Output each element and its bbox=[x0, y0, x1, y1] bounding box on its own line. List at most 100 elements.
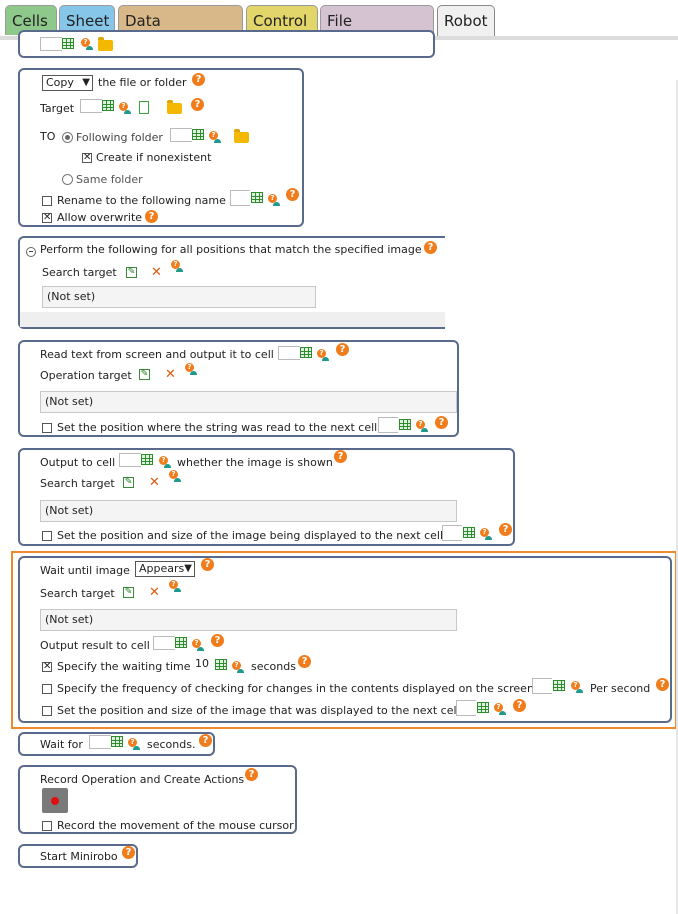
folder-cell-ref[interactable] bbox=[170, 128, 206, 144]
output-result-cell-ref[interactable] bbox=[153, 636, 189, 652]
help-icon[interactable]: ? bbox=[336, 343, 349, 356]
record-mouse-label: Record the movement of the mouse cursor bbox=[57, 819, 294, 832]
allow-overwrite-label: Allow overwrite bbox=[57, 211, 143, 224]
help-icon[interactable]: ? bbox=[424, 241, 437, 254]
clear-icon[interactable]: ✕ bbox=[149, 476, 160, 489]
output-cell-ref[interactable] bbox=[119, 453, 155, 469]
output-cell-ref[interactable] bbox=[278, 346, 314, 362]
file-icon[interactable] bbox=[139, 101, 149, 114]
edit-icon[interactable]: ✎ bbox=[123, 477, 134, 488]
user-help-icon[interactable]: ? bbox=[168, 470, 181, 483]
tab-robot[interactable]: Robot bbox=[437, 5, 495, 38]
rename-cell-ref[interactable] bbox=[230, 190, 264, 206]
help-icon[interactable]: ? bbox=[199, 734, 212, 747]
rename-checkbox[interactable] bbox=[42, 196, 52, 206]
folder-icon[interactable] bbox=[234, 129, 249, 143]
next-cell-ref[interactable] bbox=[378, 417, 414, 433]
waiting-time-input[interactable]: 10 bbox=[193, 658, 229, 674]
help-icon[interactable]: ? bbox=[245, 768, 258, 781]
folder-icon[interactable] bbox=[98, 37, 113, 51]
user-help-icon[interactable]: ? bbox=[158, 456, 171, 469]
target-label: Target bbox=[40, 102, 75, 115]
search-target-field[interactable]: (Not set) bbox=[40, 609, 457, 631]
edit-icon[interactable]: ✎ bbox=[139, 369, 150, 380]
target-cell-ref[interactable] bbox=[80, 99, 116, 115]
help-icon[interactable]: ? bbox=[298, 655, 311, 668]
collapse-icon[interactable] bbox=[26, 247, 36, 257]
help-icon[interactable]: ? bbox=[513, 699, 526, 712]
same-folder-radio[interactable] bbox=[62, 174, 73, 185]
help-icon[interactable]: ? bbox=[499, 523, 512, 536]
help-icon[interactable]: ? bbox=[122, 846, 135, 859]
search-target-field[interactable]: (Not set) bbox=[42, 286, 316, 308]
user-help-icon[interactable]: ? bbox=[118, 102, 131, 115]
user-help-icon[interactable]: ? bbox=[170, 260, 183, 273]
copy-mode-select[interactable]: Copy ▼ bbox=[42, 75, 93, 91]
user-help-icon[interactable]: ? bbox=[208, 131, 221, 144]
user-help-icon[interactable]: ? bbox=[231, 661, 244, 674]
image-shown-box: Output to cell ? whether the image is sh… bbox=[18, 448, 515, 546]
user-help-icon[interactable]: ? bbox=[168, 580, 181, 593]
start-minirobo-box[interactable]: Start Minirobo ? bbox=[18, 844, 138, 868]
next-cell-ref[interactable] bbox=[456, 700, 492, 716]
user-help-icon[interactable]: ? bbox=[570, 681, 583, 694]
loop-body bbox=[20, 312, 445, 327]
specify-frequency-label: Specify the frequency of checking for ch… bbox=[57, 682, 534, 695]
specify-waiting-checkbox[interactable]: ✕ bbox=[42, 662, 52, 672]
help-icon[interactable]: ? bbox=[145, 210, 158, 223]
user-help-icon[interactable]: ? bbox=[184, 363, 197, 376]
set-position-checkbox[interactable] bbox=[42, 531, 52, 541]
action-list: ? Copy ▼ the file or folder ? Target ? ? … bbox=[0, 30, 678, 914]
help-icon[interactable]: ? bbox=[435, 416, 448, 429]
set-position-checkbox[interactable] bbox=[42, 423, 52, 433]
search-target-field[interactable]: (Not set) bbox=[40, 500, 457, 522]
to-label: TO bbox=[40, 130, 56, 143]
next-cell-ref[interactable] bbox=[442, 525, 478, 541]
user-help-icon[interactable]: ? bbox=[127, 738, 140, 751]
record-button[interactable] bbox=[42, 788, 68, 813]
read-text-box: Read text from screen and output it to c… bbox=[18, 340, 459, 437]
user-help-icon[interactable]: ? bbox=[191, 639, 204, 652]
help-icon[interactable]: ? bbox=[656, 678, 669, 691]
help-icon[interactable]: ? bbox=[192, 73, 205, 86]
frequency-cell-ref[interactable] bbox=[532, 678, 568, 694]
help-icon[interactable]: ? bbox=[334, 450, 347, 463]
wait-image-box[interactable]: Wait until image Appears ▼ ? Search targe… bbox=[18, 556, 672, 723]
record-mouse-checkbox[interactable] bbox=[42, 821, 52, 831]
wait-seconds-cell-ref[interactable] bbox=[89, 735, 125, 751]
allow-overwrite-checkbox[interactable]: ✕ bbox=[42, 213, 52, 223]
following-folder-radio[interactable] bbox=[62, 132, 73, 143]
search-target-label: Search target bbox=[40, 587, 115, 600]
edit-icon[interactable]: ✎ bbox=[126, 267, 137, 278]
set-position-checkbox[interactable] bbox=[42, 706, 52, 716]
folder-icon[interactable] bbox=[167, 100, 182, 114]
copy-file-box: Copy ▼ the file or folder ? Target ? ? TO… bbox=[18, 68, 304, 227]
set-position-label: Set the position where the string was re… bbox=[57, 421, 378, 434]
help-icon[interactable]: ? bbox=[191, 98, 204, 111]
help-icon[interactable]: ? bbox=[286, 188, 299, 201]
clear-icon[interactable]: ✕ bbox=[149, 586, 160, 599]
user-help-icon[interactable]: ? bbox=[80, 38, 93, 51]
clear-icon[interactable]: ✕ bbox=[165, 368, 176, 381]
cell-ref[interactable] bbox=[40, 37, 80, 53]
user-help-icon[interactable]: ? bbox=[267, 194, 280, 207]
wait-mode-select[interactable]: Appears ▼ bbox=[135, 561, 195, 577]
help-icon[interactable]: ? bbox=[211, 634, 224, 647]
user-help-icon[interactable]: ? bbox=[316, 349, 329, 362]
following-folder-label: Following folder bbox=[76, 131, 163, 144]
create-if-nonexistent-checkbox[interactable]: ✕ bbox=[82, 153, 92, 163]
previous-action-box: ? bbox=[18, 30, 435, 58]
read-text-title: Read text from screen and output it to c… bbox=[40, 348, 274, 361]
user-help-icon[interactable]: ? bbox=[479, 528, 492, 541]
user-help-icon[interactable]: ? bbox=[415, 420, 428, 433]
clear-icon[interactable]: ✕ bbox=[151, 266, 162, 279]
record-title: Record Operation and Create Actions bbox=[40, 773, 245, 786]
operation-target-field[interactable]: (Not set) bbox=[40, 391, 457, 413]
create-if-nonexistent-label: Create if nonexistent bbox=[96, 151, 212, 164]
user-help-icon[interactable]: ? bbox=[493, 703, 506, 716]
minirobo-title: Start Minirobo bbox=[40, 850, 118, 863]
output-result-label: Output result to cell bbox=[40, 639, 150, 652]
help-icon[interactable]: ? bbox=[201, 558, 214, 571]
edit-icon[interactable]: ✎ bbox=[123, 587, 134, 598]
specify-frequency-checkbox[interactable] bbox=[42, 684, 52, 694]
